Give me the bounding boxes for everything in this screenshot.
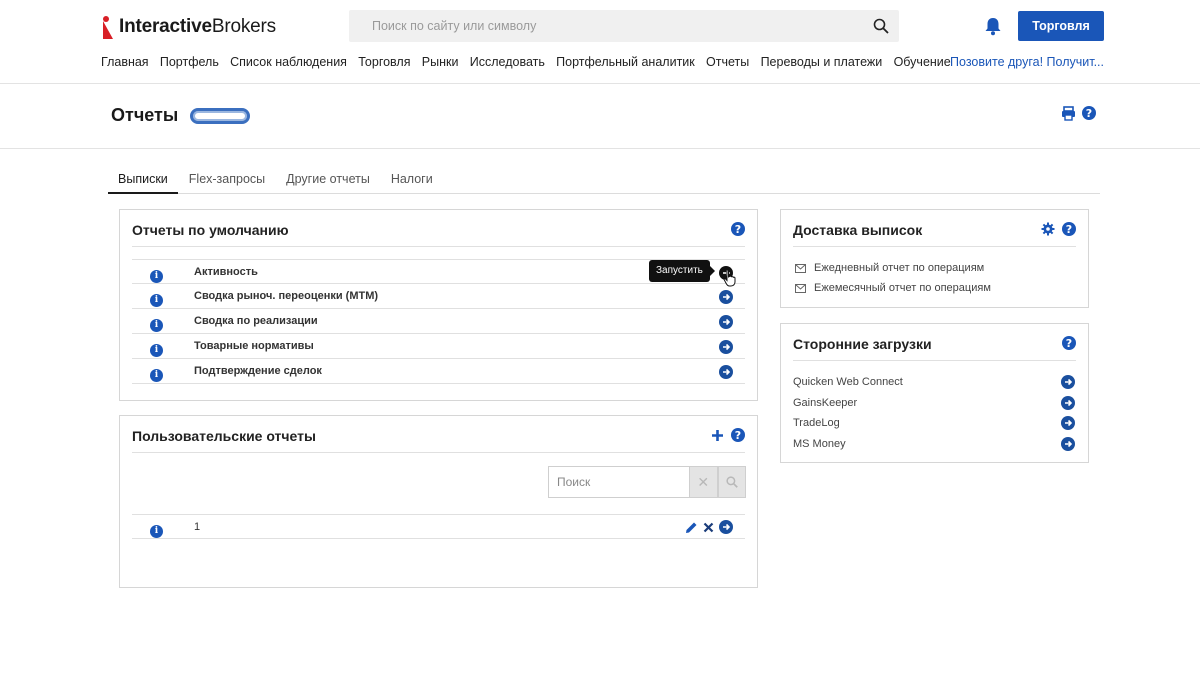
panel-header: Пользовательские отчеты ? [132, 416, 745, 453]
arrow-right-circle-icon[interactable] [1061, 375, 1075, 389]
help-icon[interactable]: ? [731, 428, 745, 442]
info-icon[interactable]: i [150, 293, 163, 307]
pencil-icon[interactable] [685, 521, 698, 534]
tab-other-reports[interactable]: Другие отчеты [276, 166, 380, 194]
panel-title: Отчеты по умолчанию [132, 222, 289, 238]
nav-item-watchlist[interactable]: Список наблюдения [230, 55, 347, 69]
gear-icon[interactable] [1041, 222, 1055, 236]
panel-title: Пользовательские отчеты [132, 428, 316, 444]
report-label: Подтверждение сделок [194, 365, 322, 377]
nav-item-portfolio[interactable]: Портфель [160, 55, 219, 69]
close-icon[interactable] [703, 522, 714, 533]
delivery-item[interactable]: Ежемесячный отчет по операциям [795, 282, 991, 294]
help-icon[interactable]: ? [731, 222, 745, 236]
search-icon[interactable] [717, 466, 746, 498]
panel-header: Доставка выписок ? [793, 210, 1076, 247]
list-item[interactable]: TradeLog [793, 414, 1076, 434]
list-item: i Товарные нормативы [132, 334, 745, 359]
title-bar: Отчеты ? [0, 84, 1200, 149]
arrow-right-circle-icon[interactable] [1061, 416, 1075, 430]
list-item[interactable]: Quicken Web Connect [793, 373, 1076, 393]
custom-search-input[interactable] [548, 466, 689, 498]
info-icon[interactable]: i [150, 269, 163, 283]
panel-header: Отчеты по умолчанию ? [132, 210, 745, 247]
help-icon[interactable]: ? [1062, 336, 1076, 350]
report-label: Сводка по реализации [194, 315, 318, 327]
envelope-icon [795, 263, 806, 273]
search-icon[interactable] [873, 18, 889, 34]
refer-friend-link[interactable]: Позовите друга! Получит... [950, 55, 1104, 69]
list-item: i Подтверждение сделок [132, 359, 745, 384]
info-icon[interactable]: i [150, 368, 163, 382]
arrow-right-circle-icon[interactable] [1061, 395, 1075, 410]
help-icon[interactable]: ? [1082, 106, 1096, 120]
print-icon[interactable] [1061, 106, 1076, 121]
hand-cursor-icon [723, 269, 736, 287]
reports-tabs: Выписки Flex-запросы Другие отчеты Налог… [108, 166, 1100, 194]
list-item: i Сводка рыноч. переоценки (MTM) [132, 284, 745, 309]
nav-item-reports[interactable]: Отчеты [706, 55, 749, 69]
report-label: Активность [194, 266, 258, 278]
nav-item-education[interactable]: Обучение [894, 55, 951, 69]
tab-taxes[interactable]: Налоги [381, 166, 443, 194]
panel-title: Сторонние загрузки [793, 336, 932, 352]
nav-item-transfers[interactable]: Переводы и платежи [761, 55, 883, 69]
tab-flex-queries[interactable]: Flex-запросы [179, 166, 275, 194]
logo-text: InteractiveBrokers [119, 16, 276, 37]
custom-reports-panel: Пользовательские отчеты ? ✕ i 1 [119, 415, 758, 588]
arrow-right-circle-icon[interactable] [719, 290, 733, 304]
report-label: Товарные нормативы [194, 340, 314, 352]
nav-item-research[interactable]: Исследовать [470, 55, 545, 69]
delivery-label: Ежемесячный отчет по операциям [814, 282, 991, 294]
report-label: 1 [194, 521, 201, 533]
download-label: MS Money [793, 437, 846, 450]
account-selector[interactable] [190, 108, 250, 124]
arrow-right-circle-icon[interactable] [719, 520, 733, 534]
nav-item-portfolio-analyst[interactable]: Портфельный аналитик [556, 55, 695, 69]
logo[interactable]: InteractiveBrokers [101, 13, 276, 41]
download-label: TradeLog [793, 417, 840, 429]
list-item: i 1 [132, 514, 745, 539]
top-header: InteractiveBrokers Торговля Главная Порт… [0, 0, 1200, 84]
clear-icon[interactable]: ✕ [689, 466, 718, 498]
report-label: Сводка рыноч. переоценки (MTM) [194, 290, 379, 302]
info-icon[interactable]: i [150, 318, 163, 332]
envelope-icon [795, 283, 806, 293]
help-icon[interactable]: ? [1062, 222, 1076, 236]
bell-icon[interactable] [983, 16, 1003, 36]
nav-item-markets[interactable]: Рынки [422, 55, 459, 69]
tab-statements[interactable]: Выписки [108, 166, 178, 194]
main-nav: Главная Портфель Список наблюдения Торго… [101, 55, 962, 69]
download-label: Quicken Web Connect [793, 376, 903, 388]
plus-icon[interactable] [711, 429, 724, 442]
default-reports-panel: Отчеты по умолчанию ? i Активность i Сво… [119, 209, 758, 401]
panel-header: Сторонние загрузки ? [793, 324, 1076, 361]
download-label: GainsKeeper [793, 396, 858, 409]
third-party-downloads-panel: Сторонние загрузки ? Quicken Web Connect… [780, 323, 1089, 463]
site-search [349, 10, 899, 42]
delivery-label: Ежедневный отчет по операциям [814, 262, 985, 274]
logo-mark-icon [103, 16, 113, 39]
trade-button[interactable]: Торговля [1018, 11, 1104, 41]
info-icon[interactable]: i [150, 524, 163, 538]
delivery-item[interactable]: Ежедневный отчет по операциям [795, 262, 984, 274]
info-icon[interactable]: i [150, 343, 163, 357]
list-item[interactable]: MS Money [793, 435, 1076, 455]
nav-item-home[interactable]: Главная [101, 55, 149, 69]
run-tooltip: Запустить [649, 260, 715, 282]
custom-search: ✕ [548, 466, 746, 498]
page-title: Отчеты [111, 105, 179, 125]
list-item[interactable]: GainsKeeper [793, 394, 1076, 414]
panel-title: Доставка выписок [793, 222, 923, 238]
arrow-right-circle-icon[interactable] [1061, 436, 1075, 451]
nav-item-trade[interactable]: Торговля [358, 55, 410, 69]
statement-delivery-panel: Доставка выписок ? Ежедневный отчет по о… [780, 209, 1089, 308]
list-item: i Сводка по реализации [132, 309, 745, 334]
arrow-right-circle-icon[interactable] [719, 315, 733, 329]
arrow-right-circle-icon[interactable] [719, 365, 733, 379]
search-input[interactable] [349, 10, 849, 42]
arrow-right-circle-icon[interactable] [719, 340, 733, 354]
